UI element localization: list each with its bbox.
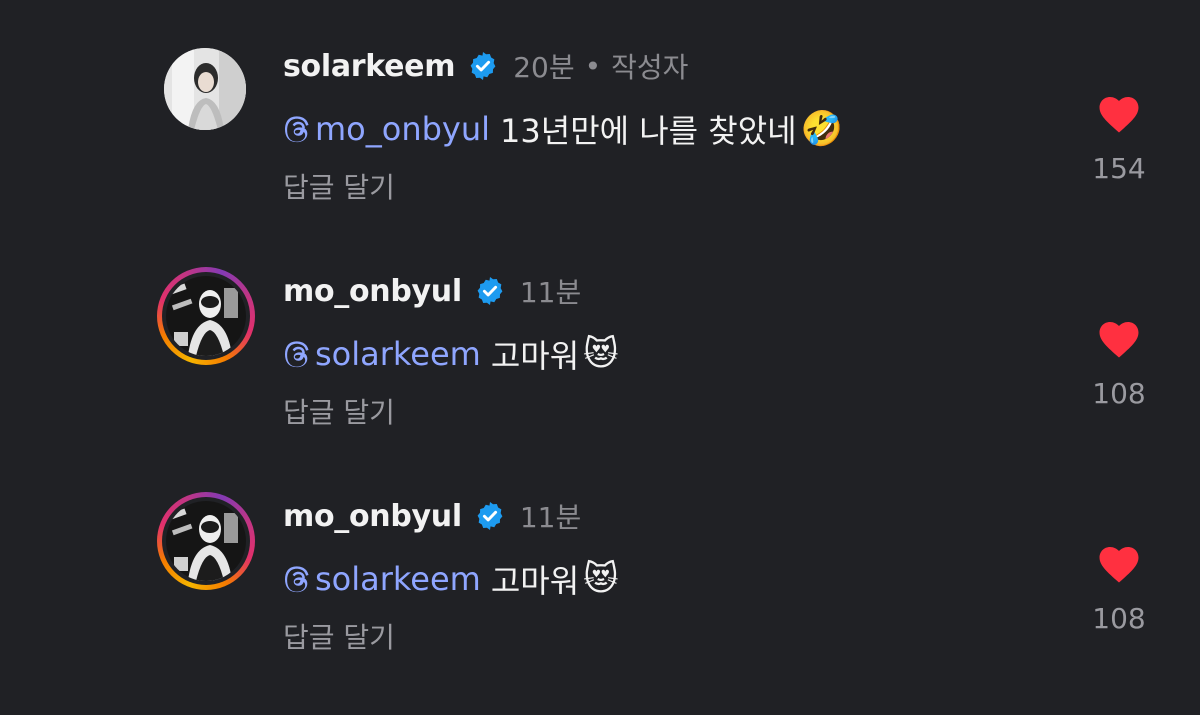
avatar-ring-gap — [162, 272, 250, 360]
comment-body: mo_onbyul 13년만에 나를 찾았네 🤣 — [283, 106, 843, 152]
timestamp: 20분 — [513, 51, 575, 84]
mention-link[interactable]: solarkeem — [283, 560, 481, 598]
reply-button[interactable]: 답글 달기 — [283, 616, 395, 656]
rofl-emoji: 🤣 — [800, 109, 843, 149]
comment-header: mo_onbyul 11분 — [283, 496, 581, 536]
username[interactable]: solarkeem — [283, 49, 456, 84]
avatar-photo — [164, 48, 246, 130]
author-label: 작성자 — [611, 51, 689, 84]
comment-item: mo_onbyul 11분 solarkeem 고마워 😻 답글 달기 108 — [0, 265, 1200, 465]
mention-username: solarkeem — [315, 560, 481, 598]
verified-badge-icon — [474, 275, 506, 307]
comment-body: solarkeem 고마워 😻 — [283, 331, 619, 377]
comment-text: 13년만에 나를 찾았네 — [500, 112, 797, 150]
timestamp: 11분 — [519, 501, 582, 534]
avatar[interactable] — [157, 267, 255, 365]
heart-icon[interactable] — [1096, 542, 1142, 584]
verified-badge-icon — [467, 50, 499, 82]
comment-header: mo_onbyul 11분 — [283, 271, 581, 311]
mention-username: mo_onbyul — [315, 110, 491, 148]
avatar[interactable] — [157, 492, 255, 590]
mention-username: solarkeem — [315, 335, 481, 373]
reply-button[interactable]: 답글 달기 — [283, 391, 395, 431]
mention-link[interactable]: mo_onbyul — [283, 110, 490, 148]
timestamp: 11분 — [519, 276, 582, 309]
avatar-ring-gap — [162, 497, 250, 585]
threads-at-icon — [285, 116, 309, 143]
separator-dot: • — [584, 49, 602, 83]
threads-at-icon — [285, 566, 309, 593]
comment-item: mo_onbyul 11분 solarkeem 고마워 😻 답글 달기 108 — [0, 490, 1200, 690]
like-count: 108 — [1092, 377, 1146, 410]
threads-at-icon — [285, 341, 309, 368]
comment-thread: solarkeem 20분 • 작성자 mo_onbyul 13년만에 나를 찾… — [0, 0, 1200, 715]
comment-header: solarkeem 20분 • 작성자 — [283, 46, 688, 86]
avatar-photo — [166, 276, 246, 356]
heart-icon[interactable] — [1096, 317, 1142, 359]
comment-body: solarkeem 고마워 😻 — [283, 556, 619, 602]
comment-text: 고마워 — [490, 562, 580, 600]
heart-eyes-cat-emoji: 😻 — [583, 334, 619, 374]
like-count: 154 — [1092, 152, 1146, 185]
heart-eyes-cat-emoji: 😻 — [583, 559, 619, 599]
like-count: 108 — [1092, 602, 1146, 635]
heart-icon[interactable] — [1096, 92, 1142, 134]
reply-button[interactable]: 답글 달기 — [283, 166, 395, 206]
avatar-photo — [166, 501, 246, 581]
comment-text: 고마워 — [490, 337, 580, 375]
username[interactable]: mo_onbyul — [283, 499, 462, 534]
username[interactable]: mo_onbyul — [283, 274, 462, 309]
comment-item: solarkeem 20분 • 작성자 mo_onbyul 13년만에 나를 찾… — [0, 40, 1200, 240]
avatar[interactable] — [164, 48, 246, 130]
mention-link[interactable]: solarkeem — [283, 335, 481, 373]
verified-badge-icon — [474, 500, 506, 532]
